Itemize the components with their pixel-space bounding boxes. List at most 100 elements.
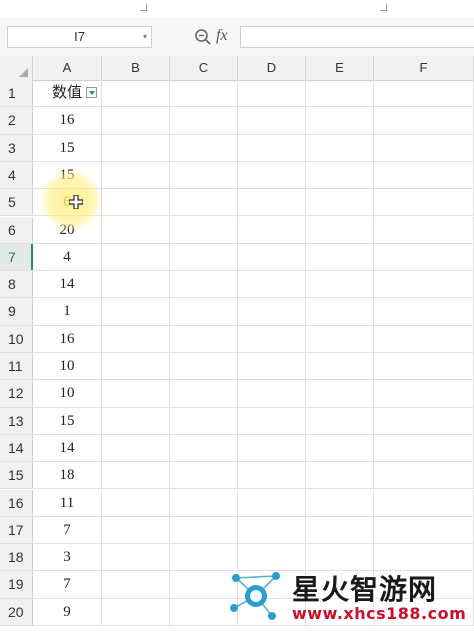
row-header[interactable]: 20 [0,598,33,625]
row-header[interactable]: 11 [0,353,33,380]
cell-a11[interactable]: 10 [33,353,102,380]
cell-e8[interactable] [306,271,374,298]
cell-f12[interactable] [374,380,474,407]
row-header[interactable]: 12 [0,380,33,407]
column-header-e[interactable]: E [306,56,374,80]
cell-d5[interactable] [238,189,306,216]
cell-d1[interactable] [238,80,306,107]
cell-c7[interactable] [170,243,238,271]
cell-f3[interactable] [374,134,474,161]
cell-d3[interactable] [238,134,306,161]
cell-d7[interactable] [238,243,306,271]
cell-c1[interactable] [170,80,238,107]
row-header[interactable]: 9 [0,298,33,325]
cell-b14[interactable] [102,434,170,462]
cell-c2[interactable] [170,107,238,134]
cell-d16[interactable] [238,489,306,516]
row-header[interactable]: 10 [0,325,33,352]
cell-b16[interactable] [102,489,170,516]
cell-f14[interactable] [374,434,474,462]
cell-b5[interactable] [102,189,170,216]
cell-d6[interactable] [238,216,306,243]
cell-d15[interactable] [238,462,306,489]
column-header-a[interactable]: A [33,56,102,80]
cell-a7[interactable]: 4 [33,243,102,271]
cell-c17[interactable] [170,516,238,544]
cell-d11[interactable] [238,353,306,380]
cell-f16[interactable] [374,489,474,516]
row-header[interactable]: 15 [0,462,33,489]
row-header[interactable]: 14 [0,434,33,462]
cell-e16[interactable] [306,489,374,516]
cell-a5[interactable]: 6 [33,189,102,216]
cell-c8[interactable] [170,271,238,298]
cell-a17[interactable]: 7 [33,516,102,544]
cell-d4[interactable] [238,161,306,189]
column-header-f[interactable]: F [374,56,474,80]
cell-f6[interactable] [374,216,474,243]
cell-a9[interactable]: 1 [33,298,102,325]
cell-c12[interactable] [170,380,238,407]
formula-input[interactable] [240,26,474,48]
cell-a1[interactable]: 数值 [33,80,102,107]
cell-a13[interactable]: 15 [33,407,102,434]
cell-b9[interactable] [102,298,170,325]
cell-f15[interactable] [374,462,474,489]
row-header[interactable]: 3 [0,134,33,161]
cell-b2[interactable] [102,107,170,134]
cell-d13[interactable] [238,407,306,434]
cell-f11[interactable] [374,353,474,380]
row-header[interactable]: 16 [0,489,33,516]
cell-e3[interactable] [306,134,374,161]
cell-d12[interactable] [238,380,306,407]
cell-b19[interactable] [102,571,170,598]
cell-a20[interactable]: 9 [33,598,102,625]
row-header[interactable]: 13 [0,407,33,434]
cell-c15[interactable] [170,462,238,489]
row-header[interactable]: 6 [0,216,33,243]
cell-d17[interactable] [238,516,306,544]
cell-a3[interactable]: 15 [33,134,102,161]
cell-c11[interactable] [170,353,238,380]
cell-f9[interactable] [374,298,474,325]
cell-e15[interactable] [306,462,374,489]
cell-f5[interactable] [374,189,474,216]
cell-a19[interactable]: 7 [33,571,102,598]
cell-a14[interactable]: 14 [33,434,102,462]
cell-d2[interactable] [238,107,306,134]
cell-e1[interactable] [306,80,374,107]
cell-f7[interactable] [374,243,474,271]
cell-b1[interactable] [102,80,170,107]
cell-d9[interactable] [238,298,306,325]
cell-f8[interactable] [374,271,474,298]
cell-b18[interactable] [102,544,170,571]
cell-e7[interactable] [306,243,374,271]
cell-f17[interactable] [374,516,474,544]
cell-b11[interactable] [102,353,170,380]
cell-f4[interactable] [374,161,474,189]
cell-b8[interactable] [102,271,170,298]
cell-b10[interactable] [102,325,170,352]
fx-icon[interactable]: fx [216,27,228,45]
cell-e17[interactable] [306,516,374,544]
cell-e2[interactable] [306,107,374,134]
row-header[interactable]: 17 [0,516,33,544]
cell-a10[interactable]: 16 [33,325,102,352]
row-header[interactable]: 5 [0,189,33,216]
cell-b4[interactable] [102,161,170,189]
row-header[interactable]: 4 [0,161,33,189]
cell-e5[interactable] [306,189,374,216]
cell-b7[interactable] [102,243,170,271]
cell-c16[interactable] [170,489,238,516]
row-header[interactable]: 18 [0,544,33,571]
cell-b15[interactable] [102,462,170,489]
cell-c3[interactable] [170,134,238,161]
cell-c14[interactable] [170,434,238,462]
cell-a6[interactable]: 20 [33,216,102,243]
cell-e11[interactable] [306,353,374,380]
cell-e10[interactable] [306,325,374,352]
cell-e9[interactable] [306,298,374,325]
cell-e4[interactable] [306,161,374,189]
cell-b20[interactable] [102,598,170,625]
cell-e13[interactable] [306,407,374,434]
